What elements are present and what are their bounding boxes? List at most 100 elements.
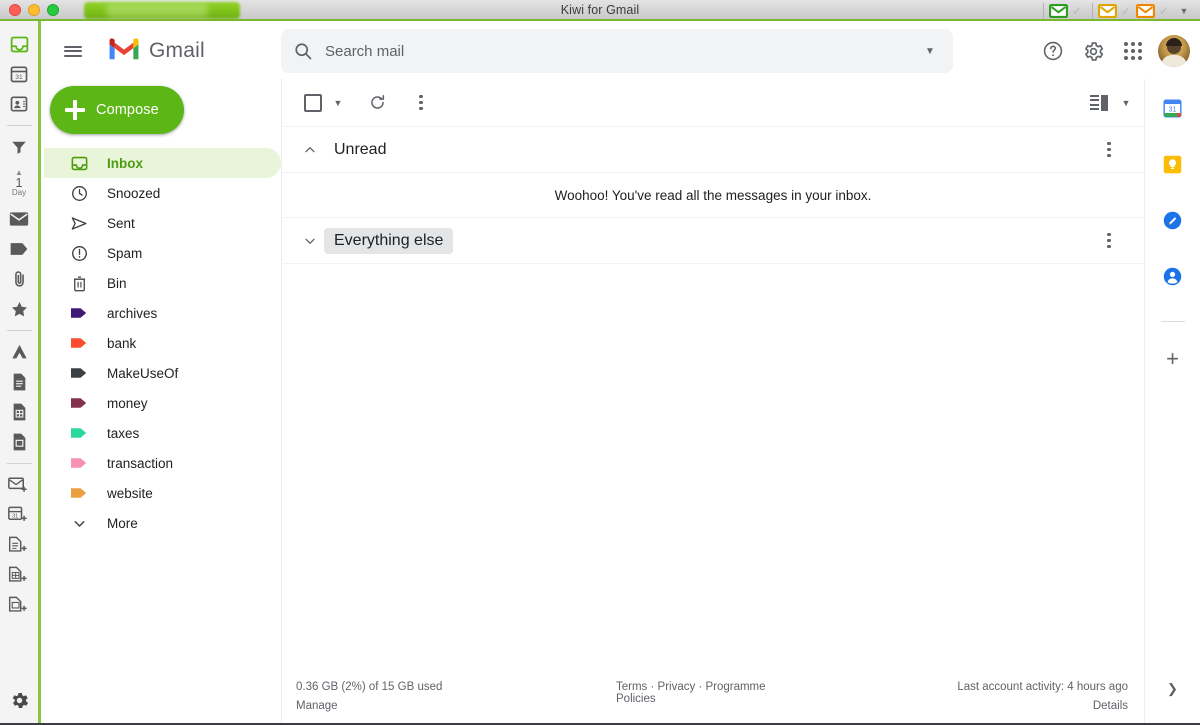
check-icon-1[interactable]: ✓ bbox=[1067, 4, 1087, 18]
section-header-unread[interactable]: Unread bbox=[282, 126, 1144, 172]
gmail-header: Gmail ▼ bbox=[44, 23, 1200, 79]
rail-new-mail-icon[interactable] bbox=[0, 470, 40, 500]
gear-icon[interactable] bbox=[1078, 36, 1108, 66]
rail-new-event-icon[interactable]: 31 bbox=[0, 500, 40, 530]
envelope-green-icon[interactable] bbox=[1049, 4, 1067, 17]
rail-new-sheet-icon[interactable] bbox=[0, 560, 40, 590]
help-icon[interactable] bbox=[1038, 36, 1068, 66]
chevron-down-icon[interactable] bbox=[298, 233, 322, 249]
section-kebab-everything-else-icon[interactable] bbox=[1092, 224, 1126, 258]
add-glyph: + bbox=[1166, 350, 1179, 368]
sidebar-item-sent[interactable]: Sent bbox=[44, 208, 281, 238]
chevron-down-icon bbox=[69, 513, 89, 533]
trash-icon bbox=[69, 273, 89, 293]
envelope-yellow-icon[interactable] bbox=[1098, 4, 1116, 17]
sidebar-item-money[interactable]: money bbox=[44, 388, 281, 418]
chevron-up-icon[interactable] bbox=[298, 142, 322, 158]
rail-new-slide-icon[interactable] bbox=[0, 590, 40, 620]
sidebar-item-website[interactable]: website bbox=[44, 478, 281, 508]
hamburger-icon[interactable] bbox=[51, 29, 95, 73]
rail-divider-3 bbox=[7, 463, 32, 464]
rail-slides-icon[interactable] bbox=[0, 427, 40, 457]
header-actions bbox=[1038, 23, 1190, 79]
google-side-panel: 31 + ❯ bbox=[1144, 79, 1200, 725]
window-title: Kiwi for Gmail bbox=[0, 3, 1200, 17]
envelope-orange-icon[interactable] bbox=[1136, 4, 1154, 17]
section-bottom-divider bbox=[282, 263, 1144, 264]
section-header-everything-else[interactable]: Everything else bbox=[282, 217, 1144, 263]
rail-day-filter[interactable]: ▲ 1 Day bbox=[0, 162, 40, 204]
empty-inbox-message: Woohoo! You've read all the messages in … bbox=[282, 172, 1144, 217]
refresh-icon[interactable] bbox=[360, 86, 394, 120]
sidebar-item-label: archives bbox=[107, 306, 157, 321]
check-icon-3[interactable]: ✓ bbox=[1154, 4, 1174, 18]
sidebar-item-label: Inbox bbox=[107, 156, 143, 171]
rail-divider-1 bbox=[7, 125, 32, 126]
apps-grid-icon[interactable] bbox=[1118, 36, 1148, 66]
split-view-icon[interactable] bbox=[1082, 86, 1116, 120]
sidebar-item-label: Bin bbox=[107, 276, 127, 291]
sidebar-item-label: transaction bbox=[107, 456, 173, 471]
google-contacts-icon[interactable] bbox=[1162, 265, 1184, 287]
manage-storage-link[interactable]: Manage bbox=[296, 700, 616, 712]
rail-mail-icon[interactable] bbox=[0, 204, 40, 234]
message-toolbar: ▼ ▼ bbox=[282, 79, 1144, 126]
sidebar-item-label: Spam bbox=[107, 246, 142, 261]
rail-drive-icon[interactable] bbox=[0, 337, 40, 367]
rail-filter-icon[interactable] bbox=[0, 132, 40, 162]
sidebar-item-more[interactable]: More bbox=[44, 508, 281, 538]
rail-star-icon[interactable] bbox=[0, 294, 40, 324]
sidebar-item-transaction[interactable]: transaction bbox=[44, 448, 281, 478]
footer-storage-column: 0.36 GB (2%) of 15 GB used Manage bbox=[296, 681, 616, 712]
sidebar-item-archives[interactable]: archives bbox=[44, 298, 281, 328]
compose-button[interactable]: Compose bbox=[50, 86, 184, 134]
rail-calendar-icon[interactable]: 31 bbox=[0, 59, 40, 89]
sidebar-item-bank[interactable]: bank bbox=[44, 328, 281, 358]
rail-sheets-icon[interactable] bbox=[0, 397, 40, 427]
sidebar-item-label: taxes bbox=[107, 426, 139, 441]
plus-icon bbox=[65, 100, 85, 120]
google-keep-icon[interactable] bbox=[1162, 153, 1184, 175]
account-avatar[interactable] bbox=[1158, 35, 1190, 67]
search-options-caret-icon[interactable]: ▼ bbox=[907, 46, 953, 57]
select-all-caret-icon[interactable]: ▼ bbox=[330, 98, 346, 108]
search-bar[interactable]: ▼ bbox=[281, 29, 953, 73]
sidebar-item-label: bank bbox=[107, 336, 136, 351]
rail-inbox-icon[interactable] bbox=[0, 29, 40, 59]
section-title-unread: Unread bbox=[324, 137, 396, 163]
add-icon[interactable]: + bbox=[1162, 348, 1184, 370]
gmail-body: Compose Inbox Snoozed bbox=[44, 79, 1200, 725]
overflow-caret-icon[interactable]: ▼ bbox=[1174, 6, 1194, 16]
sidebar-item-bin[interactable]: Bin bbox=[44, 268, 281, 298]
sidebar-item-inbox[interactable]: Inbox bbox=[44, 148, 281, 178]
activity-details-link[interactable]: Details bbox=[1093, 700, 1128, 712]
svg-text:31: 31 bbox=[12, 514, 18, 520]
sidebar-item-spam[interactable]: Spam bbox=[44, 238, 281, 268]
chevron-right-icon[interactable]: ❯ bbox=[1167, 681, 1178, 697]
toolbar-more-kebab-icon[interactable] bbox=[404, 86, 438, 120]
avatar-hair bbox=[1166, 38, 1182, 46]
rail-new-doc-icon[interactable] bbox=[0, 530, 40, 560]
inbox-icon bbox=[69, 153, 89, 173]
section-kebab-unread-icon[interactable] bbox=[1092, 133, 1126, 167]
app-window: Kiwi for Gmail ✓ ✓ ✓ ▼ 31 bbox=[0, 0, 1200, 725]
rail-attachment-icon[interactable] bbox=[0, 264, 40, 294]
label-icon bbox=[69, 303, 89, 323]
rail-docs-icon[interactable] bbox=[0, 367, 40, 397]
rail-contacts-icon[interactable] bbox=[0, 89, 40, 119]
select-all-checkbox[interactable] bbox=[296, 86, 330, 120]
gmail-logo[interactable]: Gmail bbox=[107, 36, 205, 67]
google-calendar-icon[interactable]: 31 bbox=[1162, 97, 1184, 119]
rail-settings-icon[interactable] bbox=[0, 685, 40, 715]
search-input[interactable] bbox=[325, 43, 907, 60]
footer-policy-links[interactable]: Terms · Privacy · Programme Policies bbox=[616, 681, 808, 705]
sidebar-item-snoozed[interactable]: Snoozed bbox=[44, 178, 281, 208]
check-icon-2[interactable]: ✓ bbox=[1116, 4, 1136, 18]
split-view-caret-icon[interactable]: ▼ bbox=[1118, 98, 1134, 108]
rail-label-icon[interactable] bbox=[0, 234, 40, 264]
send-icon bbox=[69, 213, 89, 233]
sidebar-item-taxes[interactable]: taxes bbox=[44, 418, 281, 448]
sidebar-item-makeuseof[interactable]: MakeUseOf bbox=[44, 358, 281, 388]
sidebar-nav-list: Inbox Snoozed Sent bbox=[44, 148, 281, 538]
google-tasks-icon[interactable] bbox=[1162, 209, 1184, 231]
